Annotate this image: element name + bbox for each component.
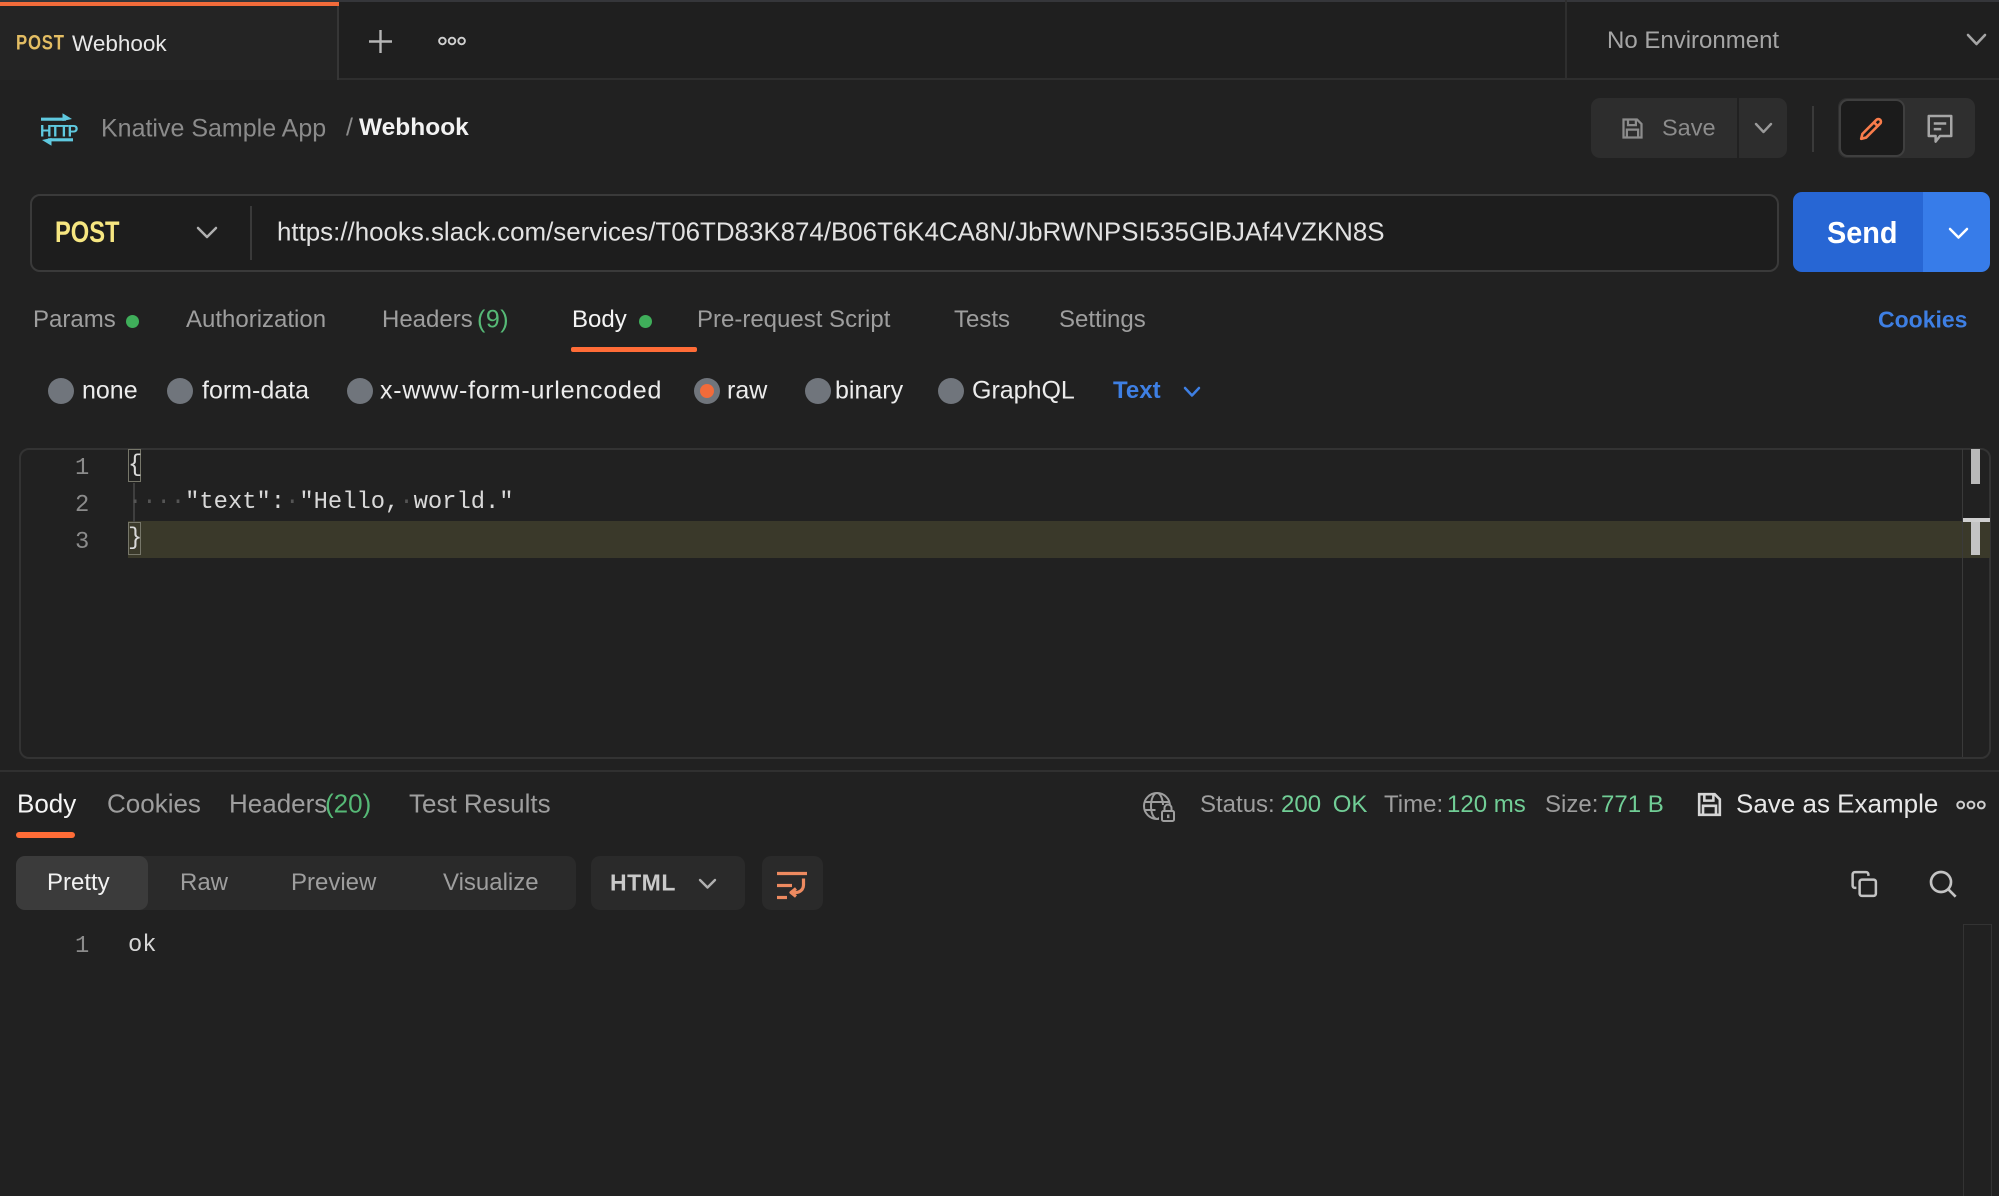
svg-text:HTTP: HTTP — [40, 122, 78, 140]
